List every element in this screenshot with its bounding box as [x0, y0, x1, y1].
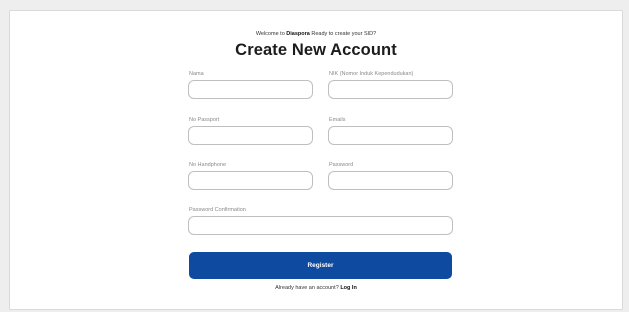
nik-label: NIK (Nomor Induk Kependudukan): [329, 71, 414, 77]
password-confirm-input[interactable]: [188, 216, 453, 235]
welcome-text: Welcome to Diaspora Ready to create your…: [10, 31, 622, 37]
phone-label: No Handphone: [189, 162, 227, 168]
nik-input[interactable]: [328, 80, 453, 99]
register-button[interactable]: Register: [189, 252, 452, 279]
password-confirm-label: Password Confirmation: [189, 207, 246, 213]
nama-input[interactable]: [188, 80, 313, 99]
welcome-prefix: Welcome to: [255, 31, 287, 37]
phone-input[interactable]: [188, 171, 313, 190]
password-label: Password: [329, 162, 354, 168]
login-link[interactable]: Log In: [340, 285, 357, 291]
page-title: Create New Account: [235, 41, 397, 59]
login-prompt-text: Already have an account?: [275, 285, 341, 291]
email-label: Emails: [329, 117, 346, 123]
register-card: Welcome to Diaspora Ready to create your…: [9, 10, 623, 310]
brand-name: Diaspora: [286, 31, 310, 37]
nama-label: Nama: [189, 71, 204, 77]
passport-input[interactable]: [188, 126, 313, 145]
login-prompt: Already have an account? Log In: [10, 285, 622, 291]
email-input[interactable]: [328, 126, 453, 145]
passport-label: No Passport: [189, 117, 220, 123]
password-input[interactable]: [328, 171, 453, 190]
welcome-suffix: Ready to create your SID?: [309, 31, 377, 37]
